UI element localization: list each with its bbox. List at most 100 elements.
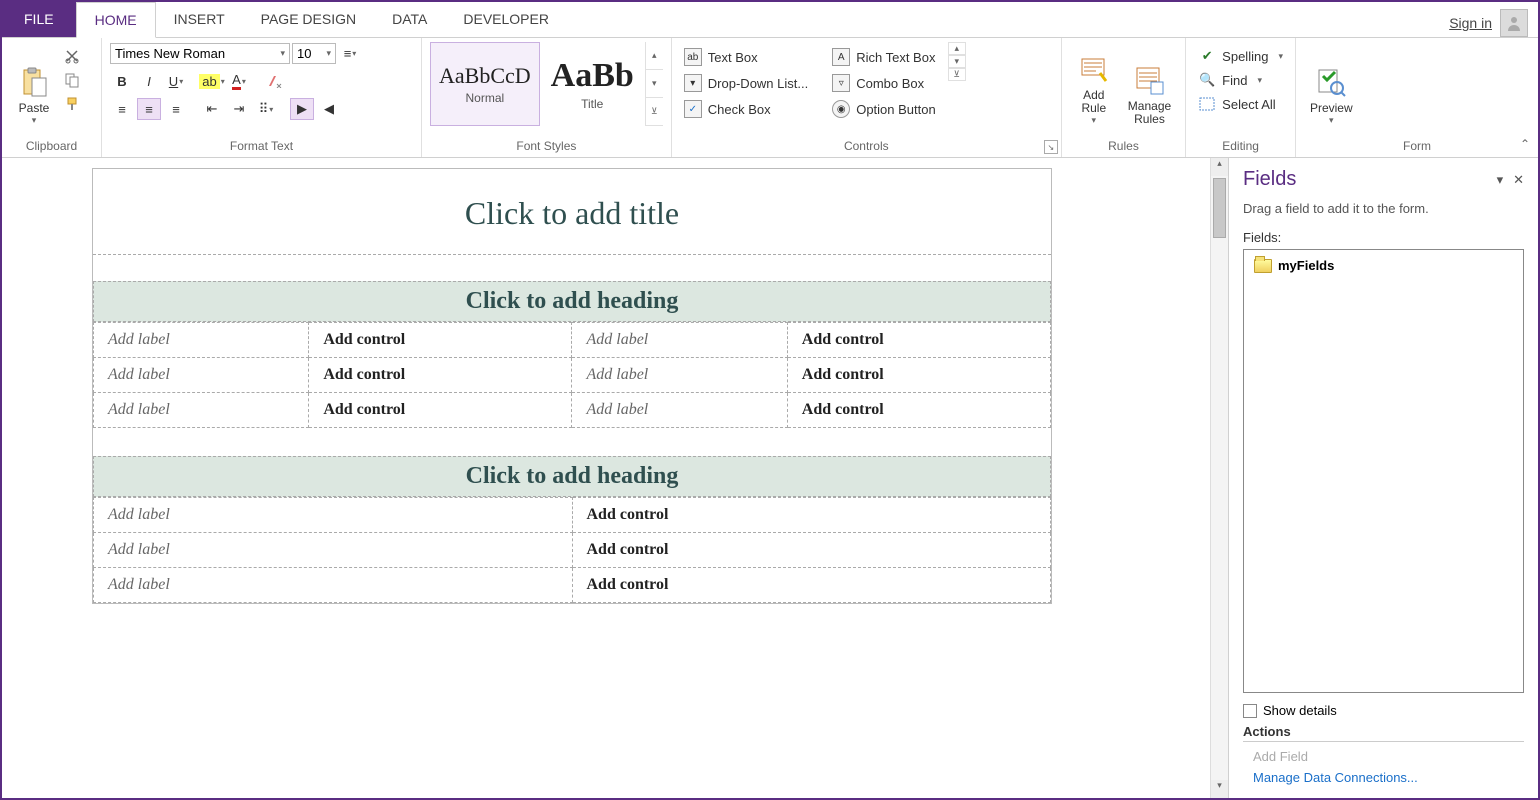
- form-title-placeholder[interactable]: Click to add title: [93, 169, 1051, 254]
- italic-button[interactable]: I: [137, 70, 161, 92]
- pane-menu-icon[interactable]: ▾: [1497, 172, 1504, 188]
- label-cell[interactable]: Add label: [572, 323, 787, 358]
- pane-close-icon[interactable]: ✕: [1513, 172, 1524, 188]
- table-row: Add label Add control Add label Add cont…: [94, 358, 1051, 393]
- preview-icon: [1315, 66, 1347, 98]
- bold-button[interactable]: B: [110, 70, 134, 92]
- copy-icon[interactable]: [62, 70, 82, 90]
- table-row: Add label Add control: [94, 568, 1051, 603]
- paste-button[interactable]: Paste: [10, 42, 58, 130]
- scroll-up-icon[interactable]: ▴: [1211, 158, 1228, 176]
- control-rich-text-box[interactable]: ARich Text Box: [828, 46, 940, 68]
- signin-area: Sign in: [1449, 9, 1538, 37]
- home-tab[interactable]: HOME: [76, 2, 156, 38]
- label-cell[interactable]: Add label: [94, 533, 573, 568]
- format-painter-icon[interactable]: [62, 94, 82, 114]
- font-color-button[interactable]: A: [227, 70, 251, 92]
- folder-icon: [1254, 259, 1272, 273]
- data-tab[interactable]: DATA: [374, 1, 445, 37]
- select-all-button[interactable]: Select All: [1194, 94, 1287, 114]
- font-size-combo[interactable]: 10▾: [292, 43, 336, 64]
- preview-button[interactable]: Preview: [1304, 42, 1359, 130]
- style-normal[interactable]: AaBbCcD Normal: [430, 42, 540, 126]
- label-cell[interactable]: Add label: [94, 358, 309, 393]
- label-cell[interactable]: Add label: [572, 358, 787, 393]
- control-check-box[interactable]: ✓Check Box: [680, 98, 812, 120]
- control-combo-box[interactable]: ▿Combo Box: [828, 72, 940, 94]
- underline-button[interactable]: U: [164, 70, 188, 92]
- form-group: Preview Form ⌃: [1296, 38, 1538, 157]
- style-title[interactable]: AaBb Title: [542, 42, 643, 126]
- add-rule-button[interactable]: Add Rule: [1070, 42, 1118, 130]
- actions-header: Actions: [1243, 724, 1524, 742]
- label-cell[interactable]: Add label: [94, 498, 573, 533]
- control-cell[interactable]: Add control: [309, 358, 572, 393]
- controls-launcher[interactable]: ↘: [1044, 140, 1058, 154]
- collapse-ribbon-icon[interactable]: ⌃: [1520, 137, 1530, 151]
- control-dropdown-list[interactable]: ▾Drop-Down List...: [680, 72, 812, 94]
- label-cell[interactable]: Add label: [572, 393, 787, 428]
- decrease-indent-button[interactable]: ⇤: [200, 98, 224, 120]
- rtl-button[interactable]: ◀: [317, 98, 341, 120]
- control-cell[interactable]: Add control: [787, 323, 1050, 358]
- clipboard-label: Clipboard: [10, 137, 93, 157]
- developer-tab[interactable]: DEVELOPER: [445, 1, 567, 37]
- align-right-button[interactable]: ≡: [164, 98, 188, 120]
- align-center-button[interactable]: ≡: [137, 98, 161, 120]
- cut-icon[interactable]: [62, 46, 82, 66]
- option-button-icon: ◉: [832, 100, 850, 118]
- font-name-combo[interactable]: Times New Roman▾: [110, 43, 290, 64]
- manage-data-connections-link[interactable]: Manage Data Connections...: [1243, 767, 1524, 788]
- signin-link[interactable]: Sign in: [1449, 15, 1492, 31]
- numbering-button[interactable]: ⠿: [254, 98, 278, 120]
- table-row: Add label Add control: [94, 498, 1051, 533]
- section-heading-2[interactable]: Click to add heading: [93, 456, 1051, 497]
- control-cell[interactable]: Add control: [309, 393, 572, 428]
- controls-scroll-down[interactable]: ▾: [948, 55, 966, 68]
- controls-scroll-up[interactable]: ▴: [948, 42, 966, 55]
- section-heading-1[interactable]: Click to add heading: [93, 281, 1051, 322]
- spelling-button[interactable]: ✔Spelling▾: [1194, 46, 1287, 66]
- form-canvas[interactable]: Click to add title Click to add heading …: [92, 168, 1052, 604]
- align-left-button[interactable]: ≡: [110, 98, 134, 120]
- highlight-button[interactable]: ab: [200, 70, 224, 92]
- bullets-button[interactable]: ≡: [338, 42, 362, 64]
- control-cell[interactable]: Add control: [572, 533, 1051, 568]
- file-tab[interactable]: FILE: [2, 1, 76, 37]
- page-design-tab[interactable]: PAGE DESIGN: [243, 1, 374, 37]
- workspace: Click to add title Click to add heading …: [2, 158, 1538, 798]
- increase-indent-button[interactable]: ⇥: [227, 98, 251, 120]
- fields-tree[interactable]: myFields: [1243, 249, 1524, 693]
- insert-tab[interactable]: INSERT: [156, 1, 243, 37]
- vertical-scrollbar[interactable]: ▴ ▾: [1210, 158, 1228, 798]
- styles-scroll-down[interactable]: ▾: [646, 70, 663, 98]
- control-cell[interactable]: Add control: [572, 568, 1051, 603]
- control-cell[interactable]: Add control: [787, 393, 1050, 428]
- styles-expand[interactable]: ⊻: [646, 98, 663, 126]
- clear-formatting-button[interactable]: [263, 70, 287, 92]
- styles-scroll-up[interactable]: ▴: [646, 42, 663, 70]
- scroll-down-icon[interactable]: ▾: [1211, 780, 1228, 798]
- control-cell[interactable]: Add control: [572, 498, 1051, 533]
- ltr-button[interactable]: ▶: [290, 98, 314, 120]
- controls-expand[interactable]: ⊻: [948, 68, 966, 81]
- control-cell[interactable]: Add control: [787, 358, 1050, 393]
- show-details-checkbox[interactable]: Show details: [1243, 703, 1524, 718]
- label-cell[interactable]: Add label: [94, 323, 309, 358]
- control-cell[interactable]: Add control: [309, 323, 572, 358]
- label-cell[interactable]: Add label: [94, 568, 573, 603]
- table-row: Add label Add control: [94, 533, 1051, 568]
- checkbox-icon: ✓: [684, 100, 702, 118]
- find-button[interactable]: 🔍Find▾: [1194, 70, 1287, 90]
- myfields-node[interactable]: myFields: [1250, 256, 1517, 275]
- control-text-box[interactable]: abText Box: [680, 46, 812, 68]
- control-option-button[interactable]: ◉Option Button: [828, 98, 940, 120]
- add-field-link: Add Field: [1243, 746, 1524, 767]
- rules-label: Rules: [1070, 137, 1177, 157]
- label-cell[interactable]: Add label: [94, 393, 309, 428]
- fields-pane-hint: Drag a field to add it to the form.: [1243, 201, 1524, 216]
- scroll-thumb[interactable]: [1213, 178, 1226, 238]
- form-label: Form: [1304, 137, 1530, 157]
- manage-rules-button[interactable]: Manage Rules: [1122, 42, 1177, 130]
- avatar-placeholder-icon[interactable]: [1500, 9, 1528, 37]
